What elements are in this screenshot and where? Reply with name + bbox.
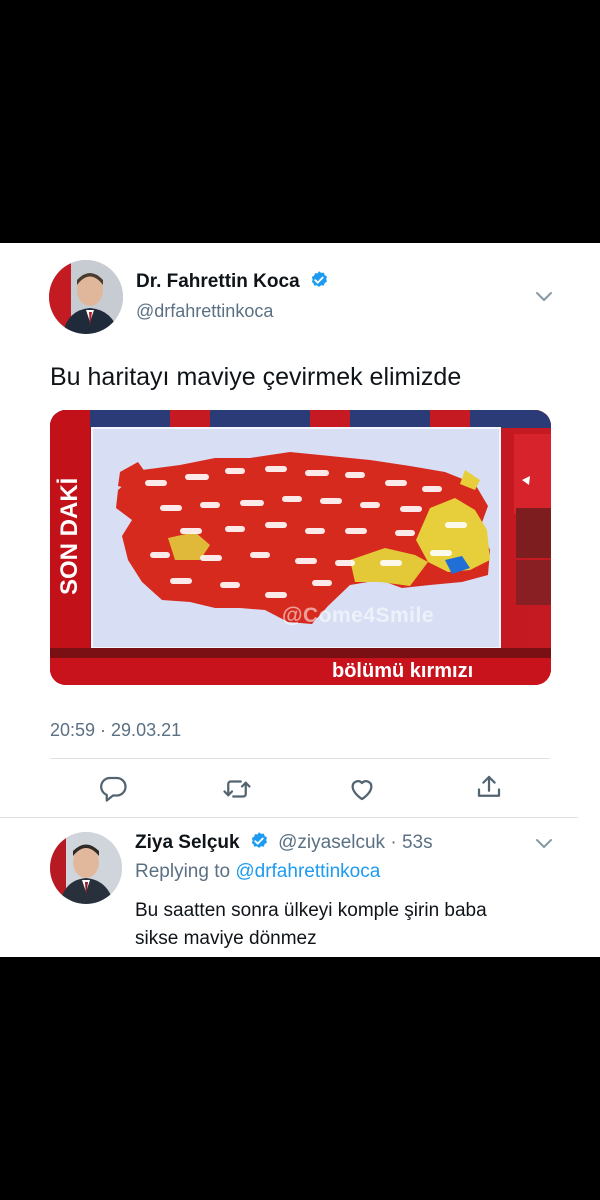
chevron-down-icon[interactable]	[534, 837, 554, 851]
tweet-media-image[interactable]: SON DAKİ @Come4Smile bölümü kırmızı	[50, 410, 551, 685]
reply-avatar[interactable]	[50, 832, 122, 904]
reply-header: Ziya Selçuk @ziyaselcuk · 53s	[135, 832, 433, 854]
reply-icon[interactable]	[98, 773, 128, 803]
divider	[50, 758, 550, 759]
reply-avatar-image	[50, 832, 122, 904]
heart-icon[interactable]	[347, 774, 377, 804]
reply-text: Bu saatten sonra ülkeyi komple şirin bab…	[135, 897, 487, 953]
turkey-map-image	[50, 410, 551, 685]
chevron-down-icon[interactable]	[534, 290, 554, 304]
replying-to: Replying to @drfahrettinkoca	[135, 861, 381, 882]
author-name[interactable]: Dr. Fahrettin Koca	[136, 271, 329, 293]
verified-badge-icon	[251, 832, 267, 849]
avatar[interactable]	[49, 260, 123, 334]
divider	[0, 817, 578, 818]
reply-author-name[interactable]: Ziya Selçuk	[135, 832, 240, 853]
tweet-card: Dr. Fahrettin Koca @drfahrettinkoca Bu h…	[0, 243, 600, 957]
side-banner-text: SON DAKİ	[56, 477, 83, 595]
reply-text-line-1: Bu saatten sonra ülkeyi komple şirin bab…	[135, 900, 487, 921]
tweet-text: Bu haritayı maviye çevirmek elimizde	[50, 363, 462, 391]
reply-author-handle[interactable]: @ziyaselcuk	[278, 832, 385, 853]
verified-badge-icon	[311, 271, 327, 288]
share-icon[interactable]	[474, 772, 504, 802]
author-handle[interactable]: @drfahrettinkoca	[136, 301, 273, 322]
watermark-text: @Come4Smile	[282, 604, 435, 627]
reply-text-line-2: sikse maviye dönmez	[135, 928, 317, 949]
tweet-timestamp[interactable]: 20:59 · 29.03.21	[50, 720, 181, 741]
bottom-ticker-text: bölümü kırmızı	[332, 660, 474, 682]
avatar-image	[49, 260, 123, 334]
replying-to-link[interactable]: @drfahrettinkoca	[235, 861, 380, 882]
reply-age[interactable]: · 53s	[390, 832, 432, 853]
retweet-icon[interactable]	[222, 774, 252, 804]
